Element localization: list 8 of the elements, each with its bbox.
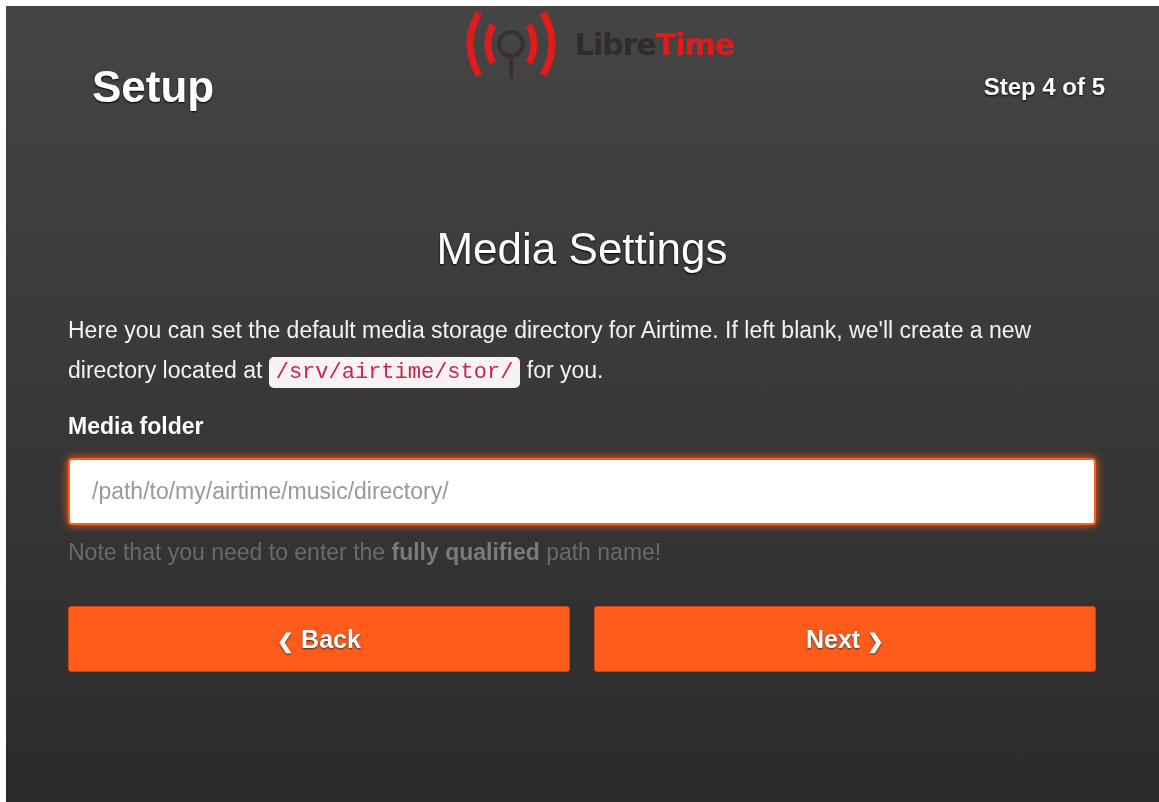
step-indicator: Step 4 of 5	[983, 73, 1105, 101]
section-heading: Media Settings	[435, 224, 729, 274]
intro-text: Here you can set the default media storage directory for Airtime. If left blank, we'll create a new directory located at /srv/airtime/stor/ for you.	[68, 310, 1096, 393]
field-label: Media folder	[68, 413, 205, 440]
media-folder-field[interactable]: /path/to/my/airtime/music/directory/	[68, 458, 1096, 525]
next-button[interactable]: Next ❯	[594, 606, 1096, 672]
page-title: Setup	[92, 62, 215, 112]
back-button[interactable]: ❮ Back	[68, 606, 570, 672]
